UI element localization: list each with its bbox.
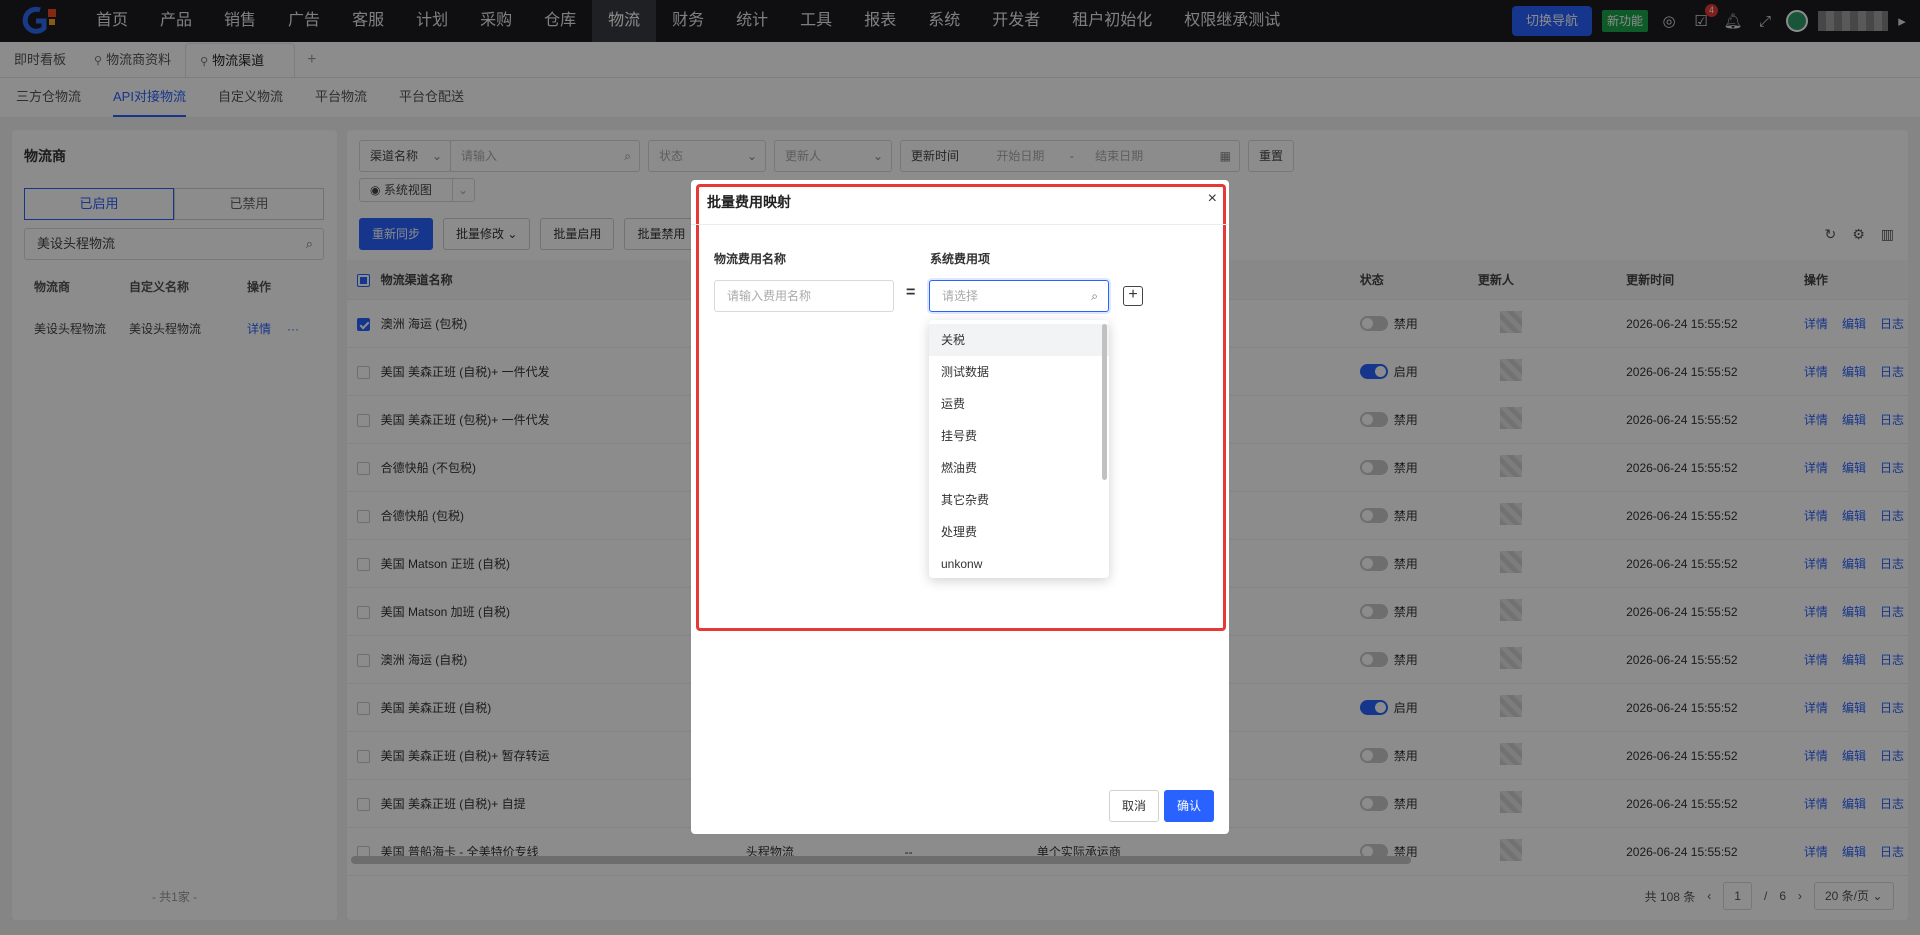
search-icon: ⌕ bbox=[1091, 289, 1098, 303]
placeholder: 请选择 bbox=[942, 289, 979, 303]
fee-option[interactable]: 运费 bbox=[929, 388, 1109, 420]
system-fee-label: 系统费用项 bbox=[930, 252, 991, 266]
confirm-button[interactable]: 确认 bbox=[1164, 790, 1215, 822]
close-icon[interactable]: × bbox=[1208, 190, 1217, 208]
fee-name-label: 物流费用名称 bbox=[714, 252, 787, 266]
batch-fee-mapping-dialog: 批量费用映射 × 物流费用名称 请输入费用名称 = 系统费用项 请选择 ⌕ + … bbox=[691, 180, 1229, 834]
fee-option[interactable]: 测试数据 bbox=[929, 356, 1109, 388]
fee-option[interactable]: 燃油费 bbox=[929, 452, 1109, 484]
divider bbox=[691, 224, 1229, 225]
equals-sign: = bbox=[906, 284, 916, 301]
dropdown-scrollbar[interactable] bbox=[1102, 324, 1107, 480]
fee-option[interactable]: 挂号费 bbox=[929, 420, 1109, 452]
placeholder: 请输入费用名称 bbox=[727, 289, 812, 303]
system-fee-select[interactable]: 请选择 ⌕ bbox=[929, 280, 1109, 312]
fee-option[interactable]: 关税 bbox=[929, 324, 1109, 356]
fee-option[interactable]: unkonw bbox=[929, 548, 1109, 578]
fee-option[interactable]: 其它杂费 bbox=[929, 484, 1109, 516]
cancel-button[interactable]: 取消 bbox=[1109, 790, 1160, 822]
add-row-icon[interactable]: + bbox=[1123, 286, 1143, 306]
dialog-title: 批量费用映射 bbox=[707, 194, 791, 210]
fee-name-input[interactable]: 请输入费用名称 bbox=[714, 280, 894, 312]
system-fee-dropdown: 关税 测试数据 运费 挂号费 燃油费 其它杂费 处理费 unkonw bbox=[929, 320, 1109, 578]
fee-option[interactable]: 处理费 bbox=[929, 516, 1109, 548]
